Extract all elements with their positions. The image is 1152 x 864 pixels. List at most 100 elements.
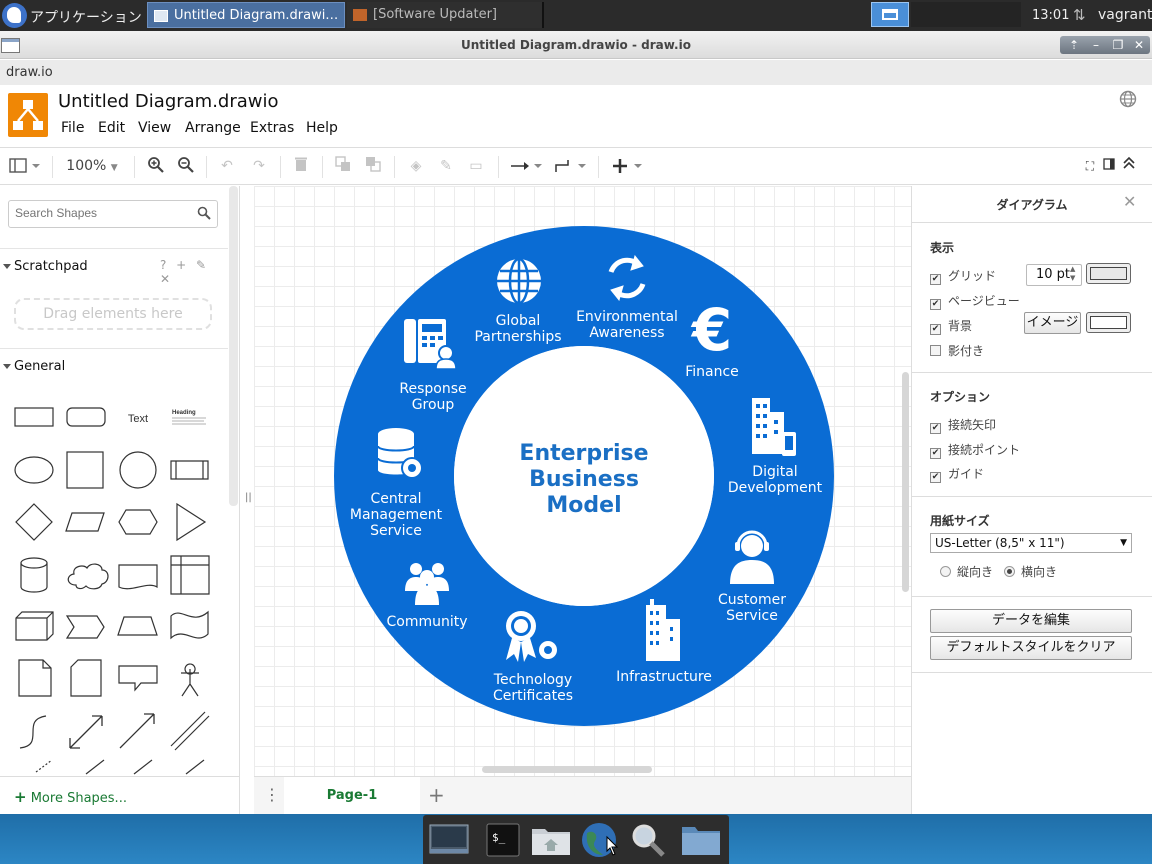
canvas-horizontal-scrollbar[interactable] — [482, 766, 652, 773]
shape-trapezoid[interactable] — [117, 616, 158, 636]
menu-file[interactable]: File — [61, 120, 84, 136]
connection-arrows-checkbox[interactable]: ✔ 接続矢印 — [930, 416, 996, 434]
close-icon[interactable]: ✕ — [1123, 192, 1136, 211]
redo-button[interactable]: ↷ — [248, 156, 270, 176]
shape-diamond[interactable] — [15, 503, 53, 541]
shape-step[interactable] — [65, 615, 105, 639]
scratchpad-header[interactable]: Scratchpad ? + ✎ ✕ — [0, 248, 228, 286]
search-shapes-input[interactable] — [15, 206, 190, 220]
waypoints-button[interactable] — [552, 156, 588, 176]
shape-ellipse[interactable] — [14, 456, 54, 484]
workspace-switcher[interactable] — [871, 2, 909, 27]
menu-help[interactable]: Help — [306, 120, 338, 136]
shape-internal-storage[interactable] — [170, 555, 210, 595]
terminal-icon[interactable]: $_ — [481, 821, 525, 859]
connection-style-button[interactable] — [508, 156, 544, 176]
shape-tape[interactable] — [170, 610, 209, 640]
shape-triangle[interactable] — [176, 502, 207, 542]
menu-arrange[interactable]: Arrange — [185, 120, 241, 136]
add-page-icon[interactable]: + — [428, 783, 445, 807]
start-menu-icon[interactable] — [2, 3, 27, 28]
shadow-checkbox[interactable]: 影付き — [930, 342, 984, 359]
shadow-button[interactable]: ▭ — [464, 156, 488, 176]
search-icon[interactable] — [197, 206, 211, 220]
sidebar-scrollbar[interactable] — [229, 186, 238, 506]
landscape-radio[interactable]: 横向き — [1004, 563, 1057, 580]
connection-points-checkbox[interactable]: ✔ 接続ポイント — [930, 441, 1020, 459]
home-folder-icon[interactable] — [529, 821, 573, 859]
shade-button[interactable]: ⇡ — [1063, 36, 1085, 54]
shape-note[interactable] — [18, 659, 52, 697]
collapse-toolbar-button[interactable] — [1120, 156, 1138, 176]
shape-arrow-line[interactable] — [133, 759, 153, 775]
zoom-out-button[interactable] — [176, 156, 196, 176]
shape-rectangle[interactable] — [14, 407, 54, 427]
shape-process[interactable] — [170, 460, 209, 480]
grid-size-spinner[interactable]: ▲ ▼ — [1070, 265, 1080, 285]
shape-curve[interactable] — [19, 715, 47, 749]
view-panels-button[interactable] — [8, 156, 44, 176]
paper-size-select[interactable]: US-Letter (8,5" x 11") ▼ — [930, 533, 1132, 553]
workspace-2[interactable] — [911, 2, 1021, 27]
web-browser-icon[interactable] — [577, 821, 621, 859]
background-color-swatch[interactable] — [1086, 312, 1131, 333]
show-desktop-icon[interactable] — [427, 821, 471, 859]
shape-circle[interactable] — [119, 451, 157, 489]
shape-link[interactable] — [170, 711, 210, 751]
format-panel-toggle[interactable] — [1101, 156, 1117, 176]
guides-checkbox[interactable]: ✔ ガイド — [930, 465, 984, 483]
sidebar-splitter[interactable]: || — [240, 186, 254, 814]
shape-heading[interactable]: Heading — [172, 410, 196, 416]
network-icon[interactable]: ⇅ — [1073, 6, 1086, 24]
pages-menu-icon[interactable]: ⋮ — [264, 785, 280, 804]
zoom-in-button[interactable] — [146, 156, 166, 176]
app-menu-drawio[interactable]: draw.io — [6, 65, 53, 80]
user-menu[interactable]: vagrant — [1098, 7, 1152, 23]
shape-parallelogram[interactable] — [65, 512, 105, 532]
shape-arrow[interactable] — [119, 713, 155, 749]
insert-button[interactable] — [608, 156, 646, 176]
menu-extras[interactable]: Extras — [250, 120, 294, 136]
language-globe-icon[interactable] — [1119, 90, 1137, 108]
zoom-select[interactable]: 100% ▼ — [62, 156, 122, 176]
shape-cloud[interactable] — [67, 563, 109, 590]
shape-cylinder[interactable] — [20, 557, 48, 593]
shape-hexagon[interactable] — [118, 509, 158, 535]
minimize-button[interactable]: – — [1085, 36, 1107, 54]
scratchpad-dropzone[interactable]: Drag elements here — [14, 298, 212, 330]
portrait-radio[interactable]: 縦向き — [940, 563, 993, 580]
taskbar-item-software-updater[interactable]: [Software Updater] — [347, 2, 543, 28]
shape-text[interactable]: Text — [128, 413, 148, 425]
clear-default-style-button[interactable]: デフォルトスタイルをクリア — [930, 636, 1132, 660]
shape-line[interactable] — [85, 759, 105, 775]
background-checkbox[interactable]: ✔ 背景 — [930, 317, 972, 335]
grid-color-swatch[interactable] — [1086, 263, 1131, 284]
canvas-vertical-scrollbar[interactable] — [902, 372, 909, 592]
search-app-icon[interactable] — [625, 821, 669, 859]
fill-color-button[interactable]: ◈ — [404, 156, 428, 176]
page-view-checkbox[interactable]: ✔ ページビュー — [930, 292, 1020, 310]
shape-cube[interactable] — [15, 611, 54, 641]
scratchpad-tools[interactable]: ? + ✎ ✕ — [160, 258, 228, 286]
shape-dashed-line[interactable] — [35, 759, 53, 773]
to-back-button[interactable] — [362, 156, 384, 176]
shape-actor[interactable] — [181, 663, 199, 697]
general-section-header[interactable]: General — [0, 348, 228, 382]
close-window-button[interactable]: ✕ — [1128, 36, 1150, 54]
edit-data-button[interactable]: データを編集 — [930, 609, 1132, 633]
to-front-button[interactable] — [332, 156, 354, 176]
shape-bidirectional-line[interactable] — [185, 759, 205, 775]
background-image-button[interactable]: イメージ — [1024, 312, 1081, 334]
undo-button[interactable]: ↶ — [216, 156, 238, 176]
tab-page-1[interactable]: Page-1 — [284, 777, 420, 815]
taskbar-item-drawio[interactable]: Untitled Diagram.drawi… — [147, 2, 345, 28]
fullscreen-button[interactable]: ⛶ — [1082, 156, 1098, 176]
grid-checkbox[interactable]: ✔ グリッド — [930, 267, 996, 285]
file-manager-icon[interactable] — [679, 821, 723, 859]
menu-view[interactable]: View — [138, 120, 171, 136]
shape-double-arrow[interactable] — [69, 715, 103, 749]
line-color-button[interactable]: ✎ — [434, 156, 458, 176]
shape-callout[interactable] — [118, 665, 158, 692]
document-title[interactable]: Untitled Diagram.drawio — [58, 91, 279, 112]
clock[interactable]: 13:01 — [1032, 8, 1069, 23]
